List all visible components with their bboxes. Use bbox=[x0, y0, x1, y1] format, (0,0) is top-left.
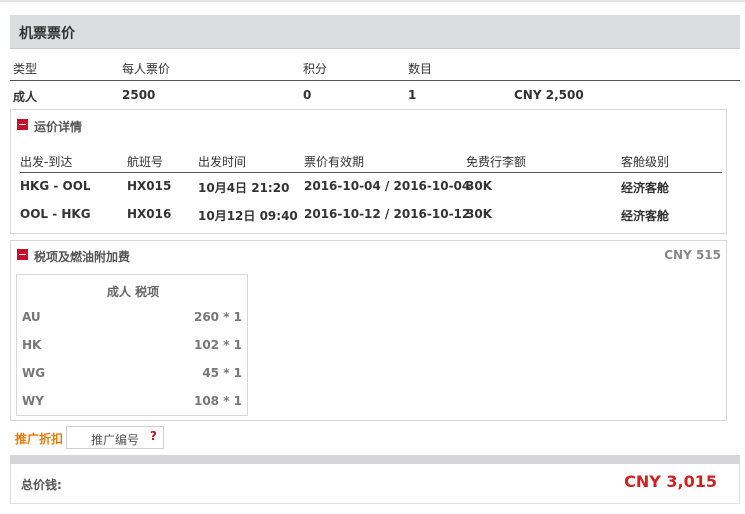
tax-row: AU 260 * 1 bbox=[22, 310, 242, 330]
adult-price: 2500 bbox=[122, 88, 156, 102]
fare-validity: 2016-10-04 / 2016-10-04 bbox=[304, 179, 471, 193]
departure-time: 10月12日 09:40 bbox=[198, 209, 298, 223]
collapse-icon[interactable] bbox=[17, 249, 28, 260]
fare-validity: 2016-10-12 / 2016-10-12 bbox=[304, 207, 471, 221]
tax-amount: 260 * 1 bbox=[193, 310, 242, 324]
tax-code: AU bbox=[22, 310, 41, 324]
fare-table-header: 出发-到达 航班号 出发时间 票价有效期 免费行李额 客舱级别 bbox=[20, 150, 722, 173]
tax-row: HK 102 * 1 bbox=[22, 338, 242, 358]
collapse-icon[interactable] bbox=[17, 119, 28, 130]
total-box: 总价钱: CNY 3,015 bbox=[10, 464, 740, 504]
top-divider bbox=[0, 0, 745, 2]
fare-details-title[interactable]: 运价详情 bbox=[34, 118, 82, 135]
tax-panel: 税项及燃油附加费 CNY 515 成人 税项 AU 260 * 1 HK 102… bbox=[10, 240, 727, 421]
table-row: OOL - HKG HX016 10月12日 09:40 2016-10-12 … bbox=[20, 204, 722, 226]
col-count-header: 数目 bbox=[408, 62, 433, 76]
col-type-header: 类型 bbox=[13, 62, 38, 76]
tax-title[interactable]: 税项及燃油附加费 bbox=[34, 248, 130, 265]
tax-code: HK bbox=[22, 338, 42, 352]
tax-code: WY bbox=[22, 394, 44, 408]
fare-details-panel: 运价详情 出发-到达 航班号 出发时间 票价有效期 免费行李额 客舱级别 HKG… bbox=[10, 109, 727, 234]
adult-points: 0 bbox=[303, 88, 312, 102]
flight-number: HX015 bbox=[127, 179, 172, 193]
tax-table-header: 成人 税项 bbox=[106, 285, 160, 299]
tax-amount: 45 * 1 bbox=[202, 366, 242, 380]
promo-placeholder: 推广编号 bbox=[91, 433, 140, 447]
summary-adult-row: 成人 2500 0 1 CNY 2,500 bbox=[10, 82, 740, 108]
tax-amount: 108 * 1 bbox=[193, 394, 242, 408]
cabin-class: 经济客舱 bbox=[621, 209, 670, 223]
help-icon[interactable]: ? bbox=[150, 429, 157, 443]
tax-code: WG bbox=[22, 366, 46, 380]
page-title: 机票票价 bbox=[19, 26, 75, 42]
tax-total: CNY 515 bbox=[664, 248, 721, 262]
total-divider bbox=[10, 455, 740, 464]
fare-title-bar: 机票票价 bbox=[10, 15, 740, 49]
adult-total: CNY 2,500 bbox=[514, 88, 584, 102]
summary-header-row: 类型 每人票价 积分 数目 bbox=[10, 54, 740, 81]
baggage-allowance: 30K bbox=[466, 179, 492, 193]
col-deptime-header: 出发时间 bbox=[198, 155, 247, 169]
cabin-class: 经济客舱 bbox=[621, 181, 670, 195]
col-baggage-header: 免费行李额 bbox=[466, 155, 527, 169]
route: HKG - OOL bbox=[20, 179, 91, 193]
total-label: 总价钱: bbox=[21, 478, 62, 492]
col-validity-header: 票价有效期 bbox=[304, 155, 365, 169]
col-points-header: 积分 bbox=[303, 62, 328, 76]
total-value: CNY 3,015 bbox=[624, 472, 717, 491]
baggage-allowance: 30K bbox=[466, 207, 492, 221]
tax-row: WG 45 * 1 bbox=[22, 366, 242, 386]
tax-amount: 102 * 1 bbox=[193, 338, 242, 352]
departure-time: 10月4日 21:20 bbox=[198, 181, 290, 195]
col-price-header: 每人票价 bbox=[122, 62, 171, 76]
promo-code-input[interactable]: 推广编号 ? bbox=[66, 426, 164, 449]
col-flight-header: 航班号 bbox=[127, 155, 164, 169]
tax-row: WY 108 * 1 bbox=[22, 394, 242, 414]
table-row: HKG - OOL HX015 10月4日 21:20 2016-10-04 /… bbox=[20, 176, 722, 198]
route: OOL - HKG bbox=[20, 207, 91, 221]
adult-type: 成人 bbox=[13, 90, 38, 104]
promo-label: 推广折扣 bbox=[15, 432, 64, 446]
col-route-header: 出发-到达 bbox=[20, 155, 73, 169]
col-cabin-header: 客舱级别 bbox=[621, 155, 670, 169]
adult-tax-table: 成人 税项 AU 260 * 1 HK 102 * 1 WG 45 * 1 WY… bbox=[16, 274, 248, 416]
adult-count: 1 bbox=[408, 88, 417, 102]
flight-number: HX016 bbox=[127, 207, 172, 221]
